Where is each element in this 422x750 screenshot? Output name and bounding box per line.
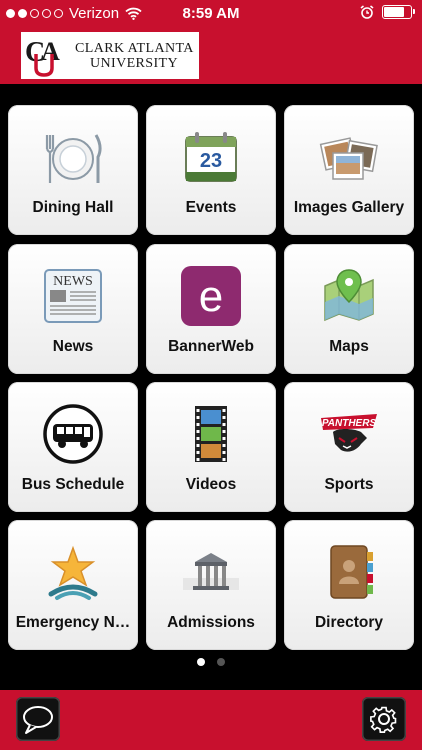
bus-icon — [43, 404, 103, 464]
tile-events[interactable]: 23 Events — [146, 105, 276, 235]
logo-wordmark: Clark Atlanta University — [75, 41, 194, 71]
page-indicator[interactable] — [0, 658, 422, 670]
settings-button[interactable] — [362, 697, 406, 741]
tile-label: Dining Hall — [32, 199, 114, 216]
tile-dining-hall[interactable]: Dining Hall — [8, 105, 138, 235]
tile-label: News — [52, 338, 94, 355]
map-icon — [324, 269, 374, 322]
status-bar: Verizon 8:59 AM — [0, 0, 422, 28]
tile-label: Emergency N… — [15, 614, 131, 631]
tile-maps[interactable]: Maps — [284, 244, 414, 374]
bannerweb-icon: e — [181, 266, 241, 326]
page-dot-2[interactable] — [217, 658, 225, 666]
tile-label: Maps — [329, 338, 369, 355]
tile-emergency-notifications[interactable]: Emergency N… — [8, 520, 138, 650]
battery-icon — [382, 5, 415, 19]
logo-line-2: University — [90, 56, 178, 71]
page-dot-1[interactable] — [197, 658, 205, 666]
photos-icon — [319, 137, 378, 180]
status-time: 8:59 AM — [182, 5, 240, 22]
tile-images-gallery[interactable]: Images Gallery — [284, 105, 414, 235]
address-book-icon — [330, 545, 373, 599]
gear-icon — [370, 706, 397, 733]
tile-label: Bus Schedule — [21, 476, 125, 493]
tile-news[interactable]: NEWS News — [8, 244, 138, 374]
film-strip-icon — [195, 406, 227, 462]
chat-bubble-icon — [23, 706, 53, 734]
bannerweb-letter: e — [199, 272, 223, 321]
logo-line-1: Clark Atlanta — [75, 41, 194, 56]
tile-label: Sports — [324, 476, 374, 493]
tile-admissions[interactable]: Admissions — [146, 520, 276, 650]
tile-bannerweb[interactable]: e BannerWeb — [146, 244, 276, 374]
feedback-button[interactable] — [16, 697, 60, 741]
building-icon — [183, 553, 239, 590]
tile-videos[interactable]: Videos — [146, 382, 276, 512]
newspaper-masthead: NEWS — [53, 274, 93, 289]
emergency-star-icon — [48, 545, 98, 600]
dining-plate-icon — [45, 134, 102, 183]
calendar-date: 23 — [200, 150, 222, 172]
university-logo: C A Clark Atlanta University — [21, 32, 199, 79]
panthers-logo-icon: PANTHERS — [321, 414, 377, 452]
alarm-icon — [360, 5, 374, 19]
tile-sports[interactable]: PANTHERS Sports — [284, 382, 414, 512]
tile-label: BannerWeb — [168, 338, 254, 355]
panthers-wordmark: PANTHERS — [322, 418, 377, 429]
bottom-toolbar — [0, 690, 422, 750]
tile-label: Images Gallery — [293, 199, 405, 216]
tile-label: Events — [185, 199, 237, 216]
tile-label: Admissions — [167, 614, 255, 631]
tile-label: Videos — [185, 476, 237, 493]
tile-bus-schedule[interactable]: Bus Schedule — [8, 382, 138, 512]
tile-directory[interactable]: Directory — [284, 520, 414, 650]
newspaper-icon: NEWS — [44, 269, 102, 323]
tile-label: Directory — [314, 614, 384, 631]
calendar-icon: 23 — [185, 132, 237, 182]
cau-monogram-icon: C A — [25, 37, 60, 77]
battery-level — [384, 7, 405, 17]
